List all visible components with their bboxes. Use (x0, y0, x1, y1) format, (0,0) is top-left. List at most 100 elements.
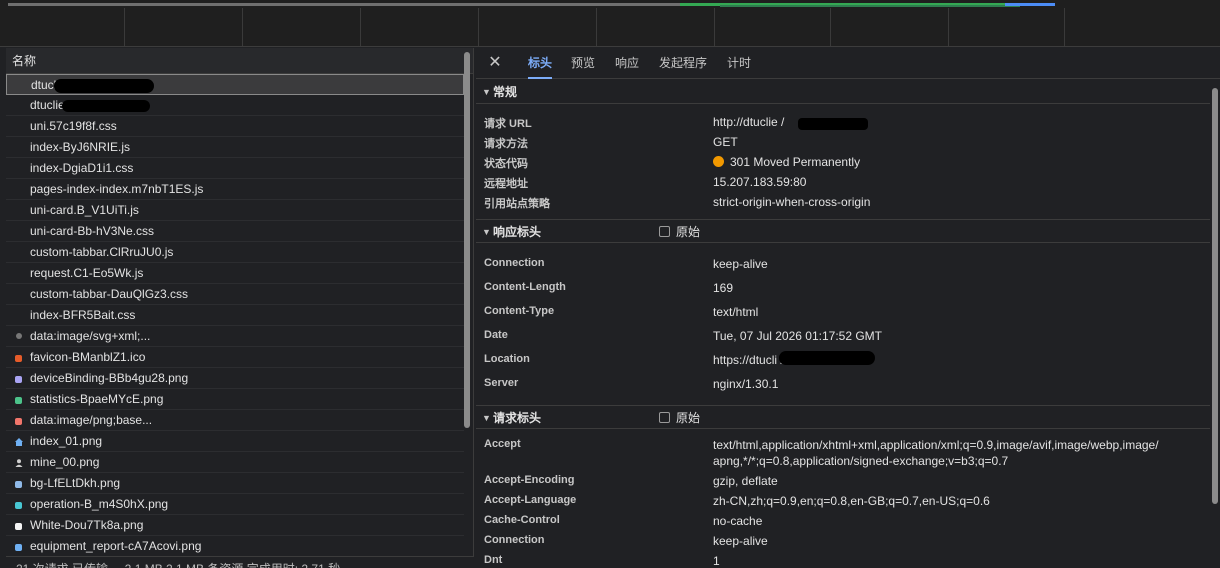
header-value: no-cache (713, 514, 763, 528)
raw-checkbox-label: 原始 (676, 411, 701, 425)
redaction-mark (798, 118, 868, 130)
request-name: custom-tabbar.ClRruJU0.js (30, 245, 174, 259)
tab-initiator[interactable]: 发起程序 (659, 48, 707, 79)
header-value: text/html (713, 305, 759, 319)
header-key: Content-Length (484, 281, 566, 293)
request-row[interactable]: index-BFR5Bait.css (6, 305, 464, 326)
request-headers-section-header[interactable]: ▼ 请求标头 原始 (476, 405, 1210, 429)
header-value: text/html,application/xhtml+xml,applicat… (713, 438, 1159, 452)
timeline-gridline (242, 8, 243, 46)
image-file-icon (15, 376, 22, 383)
request-row[interactable]: uni.57c19f8f.css (6, 116, 464, 137)
timeline-gridline (478, 8, 479, 46)
header-key: Cache-Control (484, 514, 560, 526)
timeline-bar-secondary (720, 5, 1020, 7)
raw-checkbox[interactable] (659, 412, 670, 423)
request-list-scrollbar[interactable] (464, 52, 470, 428)
request-name: operation-B_m4S0hX.png (30, 497, 169, 511)
request-name: statistics-BpaeMYcE.png (30, 392, 164, 406)
request-name: index-BFR5Bait.css (30, 308, 136, 322)
home-icon (15, 432, 23, 446)
request-name: data:image/svg+xml;... (30, 329, 151, 343)
request-row[interactable]: White-Dou7Tk8a.png (6, 515, 464, 536)
request-row[interactable]: uni-card-Bb-hV3Ne.css (6, 221, 464, 242)
request-row[interactable]: custom-tabbar-DauQlGz3.css (6, 284, 464, 305)
name-column-header[interactable]: 名称 (6, 48, 473, 74)
header-key: Location (484, 353, 530, 365)
header-key: Accept (484, 438, 521, 450)
header-value: 301 Moved Permanently (713, 155, 860, 169)
raw-checkbox-label: 原始 (676, 225, 701, 239)
request-name: uni-card-Bb-hV3Ne.css (30, 224, 155, 238)
details-tabbar: ✕ 标头 预览 响应 发起程序 计时 (476, 48, 1220, 79)
request-row[interactable]: equipment_report-cA7Acovi.png (6, 536, 464, 557)
request-row[interactable]: data:image/svg+xml;... (6, 326, 464, 347)
request-name: custom-tabbar-DauQlGz3.css (30, 287, 189, 301)
request-row[interactable]: custom-tabbar.ClRruJU0.js (6, 242, 464, 263)
request-row[interactable]: index_01.png (6, 431, 464, 452)
tab-timing[interactable]: 计时 (727, 48, 751, 79)
image-file-icon (15, 544, 22, 551)
image-file-icon (15, 418, 22, 425)
request-row[interactable]: pages-index-index.m7nbT1ES.js (6, 179, 464, 200)
request-row[interactable]: index-ByJ6NRIE.js (6, 137, 464, 158)
header-value: 15.207.183.59:80 (713, 175, 807, 189)
request-row[interactable]: mine_00.png (6, 452, 464, 473)
status-code-value: 301 Moved Permanently (730, 155, 861, 169)
request-name: index-DgiaD1i1.css (30, 161, 134, 175)
timeline-gridline (596, 8, 597, 46)
header-value: GET (713, 135, 738, 149)
header-key: Dnt (484, 554, 503, 566)
request-row[interactable]: request.C1-Eo5Wk.js (6, 263, 464, 284)
header-value: gzip, deflate (713, 474, 778, 488)
timeline-bar-waiting (8, 3, 680, 6)
collapse-triangle-icon: ▼ (482, 227, 491, 237)
request-list: dtucli dtuclie uni.57c19f8f.css index-ByJ6N… (6, 74, 464, 557)
close-icon[interactable]: ✕ (486, 54, 504, 72)
timeline-gridline (360, 8, 361, 46)
header-key: 状态代码 (484, 158, 528, 170)
request-row[interactable]: data:image/png;base... (6, 410, 464, 431)
request-name: data:image/png;base... (30, 413, 153, 427)
response-headers-section-header[interactable]: ▼ 响应标头 原始 (476, 219, 1210, 243)
request-name: uni.57c19f8f.css (30, 119, 117, 133)
tab-preview[interactable]: 预览 (571, 48, 595, 79)
tab-response[interactable]: 响应 (615, 48, 639, 79)
image-file-icon (15, 523, 22, 530)
general-section-header[interactable]: ▼ 常规 (476, 80, 1210, 104)
collapse-triangle-icon: ▼ (482, 413, 491, 423)
request-row[interactable]: operation-B_m4S0hX.png (6, 494, 464, 515)
image-file-icon (15, 397, 22, 404)
request-name: White-Dou7Tk8a.png (30, 518, 144, 532)
details-scrollbar[interactable] (1212, 88, 1218, 504)
tab-headers[interactable]: 标头 (528, 48, 553, 79)
header-key: Date (484, 329, 508, 341)
request-row[interactable]: uni-card.B_V1UiTi.js (6, 200, 464, 221)
raw-checkbox[interactable] (659, 226, 670, 237)
header-key: 请求 URL (484, 118, 532, 130)
header-key: Connection (484, 257, 545, 269)
timeline-gridline (830, 8, 831, 46)
timeline-gridline (714, 8, 715, 46)
network-timeline-overview[interactable] (0, 0, 1220, 47)
collapse-triangle-icon: ▼ (482, 87, 491, 97)
header-value: nginx/1.30.1 (713, 377, 779, 391)
header-key: Content-Type (484, 305, 555, 317)
timeline-gridline (124, 8, 125, 46)
request-row[interactable]: deviceBinding-BBb4gu28.png (6, 368, 464, 389)
header-value: strict-origin-when-cross-origin (713, 195, 871, 209)
request-name: mine_00.png (30, 455, 100, 469)
section-title: 响应标头 (493, 225, 542, 239)
header-value: http://dtuclie / (713, 115, 785, 129)
request-row[interactable]: favicon-BManblZ1.ico (6, 347, 464, 368)
header-value: 1 (713, 554, 720, 568)
header-key: Server (484, 377, 519, 389)
request-row[interactable]: statistics-BpaeMYcE.png (6, 389, 464, 410)
request-name: index-ByJ6NRIE.js (30, 140, 131, 154)
request-row[interactable]: bg-LfELtDkh.png (6, 473, 464, 494)
request-name: equipment_report-cA7Acovi.png (30, 539, 202, 553)
timeline-bar-blue (1005, 3, 1055, 6)
image-file-icon (15, 481, 22, 488)
person-icon (15, 453, 23, 467)
request-row[interactable]: index-DgiaD1i1.css (6, 158, 464, 179)
